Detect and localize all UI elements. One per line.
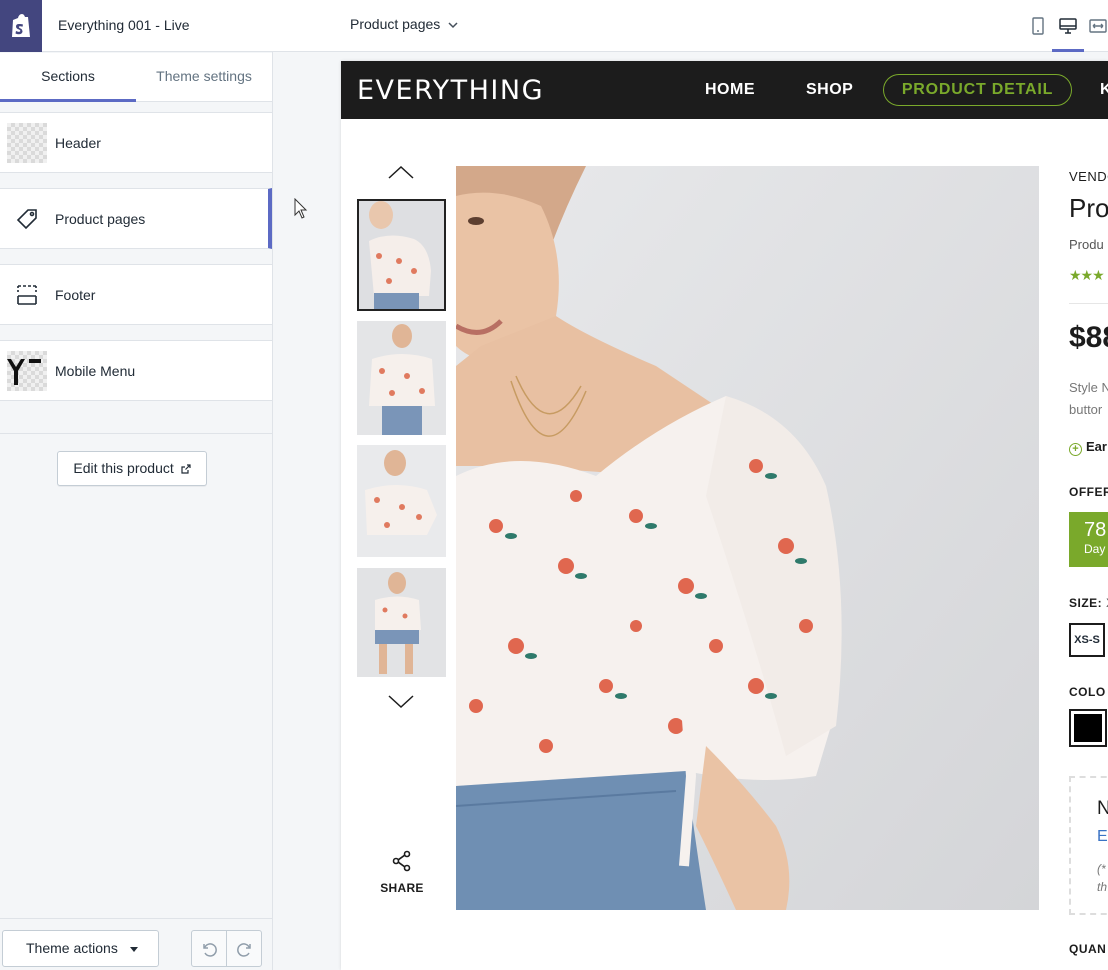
description-line: Style N [1069, 380, 1108, 395]
mobile-device-icon [1032, 17, 1044, 35]
store-preview: EVERYTHING HOME SHOP PRODUCT DETAIL K SH… [341, 61, 1108, 970]
undo-redo-group [191, 930, 262, 967]
tag-icon [7, 199, 47, 239]
edit-product-button[interactable]: Edit this product [57, 451, 207, 486]
countdown-days: 78 Day [1069, 512, 1108, 567]
notify-title: N [1097, 798, 1108, 819]
page-selector-label: Product pages [350, 16, 441, 32]
section-item-footer[interactable]: Footer [0, 264, 272, 325]
header-thumbnail-icon [7, 123, 47, 163]
rating-stars: ★★★ [1069, 267, 1105, 283]
notify-note-line: (* [1097, 862, 1106, 876]
description-line: buttor [1069, 402, 1103, 417]
earn-label: Ear [1086, 439, 1107, 454]
share-button[interactable]: SHARE [377, 850, 427, 895]
notify-note: (* th [1097, 860, 1107, 896]
theme-actions-label: Theme actions [26, 940, 118, 956]
thumbnail-up-button[interactable] [387, 163, 415, 183]
section-item-header[interactable]: Header [0, 112, 272, 173]
undo-button[interactable] [192, 931, 227, 966]
nav-link-product-detail[interactable]: PRODUCT DETAIL [883, 74, 1072, 106]
section-item-label: Header [55, 135, 101, 151]
active-device-indicator [1052, 49, 1084, 52]
tab-theme-settings[interactable]: Theme settings [136, 53, 272, 102]
desktop-device-icon [1059, 18, 1077, 34]
theme-actions-button[interactable]: Theme actions [2, 930, 159, 967]
product-description: Style N buttor [1069, 377, 1108, 421]
earn-points[interactable]: + Ear [1069, 439, 1107, 456]
size-label: SIZE: X [1069, 596, 1108, 610]
preview-toolbar: Product pages [273, 0, 1108, 52]
page-selector[interactable]: Product pages [350, 16, 458, 32]
color-swatch-black[interactable] [1069, 709, 1107, 747]
desktop-view-button[interactable] [1056, 14, 1080, 38]
editor-sidebar: Everything 001 - Live Sections Theme set… [0, 0, 273, 970]
mobile-view-button[interactable] [1026, 14, 1050, 38]
edit-product-label: Edit this product [73, 460, 174, 476]
shopify-logo-icon[interactable] [0, 0, 42, 52]
theme-editor: Everything 001 - Live Sections Theme set… [0, 0, 1108, 970]
product-thumbnail[interactable] [357, 445, 446, 557]
notify-note-line: th [1097, 880, 1108, 894]
chevron-down-icon [448, 22, 458, 28]
product-thumbnail[interactable] [357, 568, 446, 677]
product-thumbnail[interactable] [357, 199, 446, 311]
sidebar-header: Everything 001 - Live [0, 0, 273, 52]
product-vendor: VENDO [1069, 169, 1108, 184]
thumbnail-down-button[interactable] [387, 691, 415, 711]
tab-sections[interactable]: Sections [0, 53, 136, 102]
store-logo[interactable]: EVERYTHING [357, 75, 544, 106]
section-item-label: Mobile Menu [55, 363, 136, 379]
countdown-unit: Day [1084, 542, 1106, 556]
fullscreen-button[interactable] [1086, 14, 1108, 38]
chevron-up-icon [388, 165, 414, 179]
theme-name: Everything 001 - Live [58, 17, 190, 33]
notify-box: N En (* th [1069, 776, 1108, 915]
product-type: Produ [1069, 237, 1104, 252]
product-price: $88 [1069, 321, 1108, 354]
info-divider [1069, 303, 1108, 304]
redo-icon [236, 942, 251, 957]
nav-link-home[interactable]: HOME [705, 81, 755, 99]
plus-circle-icon: + [1069, 443, 1082, 456]
section-item-label: Footer [55, 287, 96, 303]
offer-label: OFFER [1069, 485, 1108, 499]
chevron-down-icon [388, 695, 414, 709]
product-info: VENDO Pro Produ ★★★ $88 Style N buttor +… [1069, 61, 1108, 970]
nav-link-shop[interactable]: SHOP [806, 81, 853, 99]
footer-icon [7, 275, 47, 315]
external-link-icon [181, 464, 191, 474]
size-label-text: SIZE: [1069, 596, 1103, 610]
mobile-menu-icon [7, 351, 47, 391]
mouse-cursor-icon [294, 198, 308, 219]
color-label: COLO [1069, 685, 1106, 699]
quantity-label: QUAN [1069, 942, 1107, 956]
undo-icon [203, 942, 217, 957]
caret-down-icon [130, 947, 138, 952]
share-label: SHARE [380, 881, 424, 895]
section-item-mobile-menu[interactable]: Mobile Menu [0, 340, 272, 401]
sidebar-footer: Theme actions [0, 918, 272, 970]
section-item-product-pages[interactable]: Product pages [0, 188, 272, 249]
store-header: EVERYTHING HOME SHOP PRODUCT DETAIL K [341, 61, 1108, 119]
share-icon [392, 850, 411, 872]
sidebar-divider [0, 433, 272, 434]
countdown-number: 78 [1084, 519, 1107, 541]
size-option-xs-s[interactable]: XS-S [1069, 623, 1105, 657]
section-item-label: Product pages [55, 211, 146, 227]
fullscreen-icon [1089, 19, 1107, 33]
product-thumbnail[interactable] [357, 321, 446, 435]
redo-button[interactable] [227, 931, 262, 966]
notify-link[interactable]: En [1097, 828, 1108, 846]
sidebar-tabs: Sections Theme settings [0, 53, 272, 102]
product-main-image[interactable] [456, 166, 1039, 910]
product-title: Pro [1069, 193, 1108, 223]
